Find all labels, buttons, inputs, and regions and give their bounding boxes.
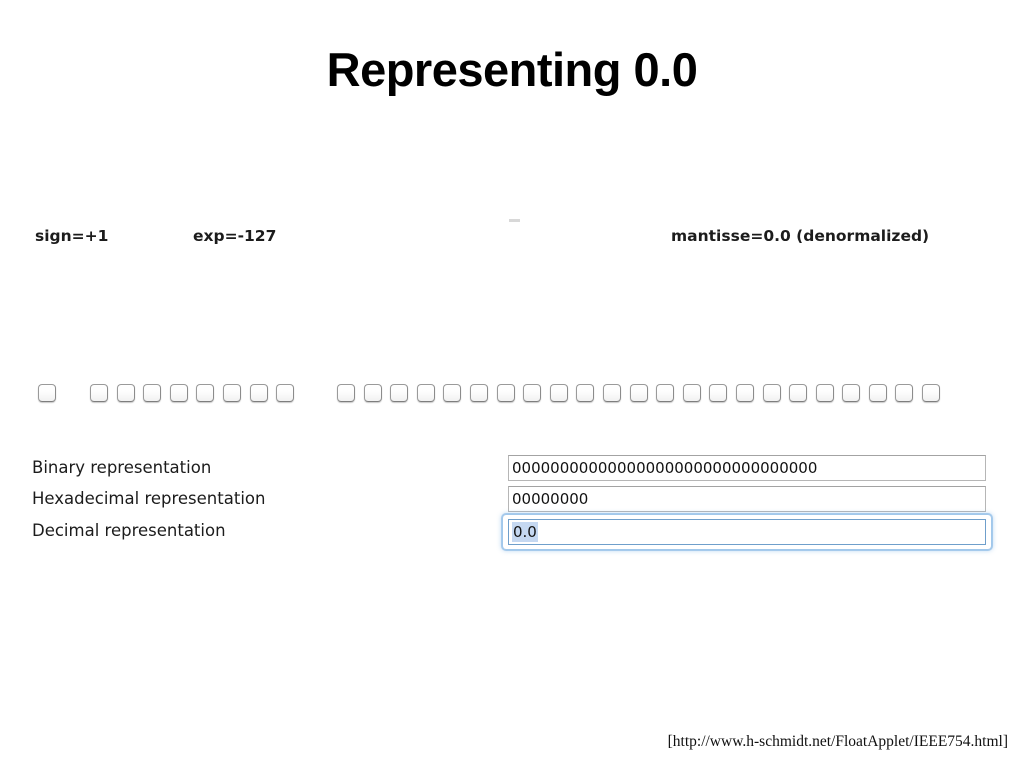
bit-cell [762, 384, 790, 406]
bit-checkbox[interactable] [143, 384, 162, 402]
bit-cell [922, 384, 949, 406]
bit-cell [469, 384, 497, 406]
bit-cell [815, 384, 843, 406]
bit-checkbox[interactable] [469, 384, 488, 402]
bit-checkbox[interactable] [629, 384, 648, 402]
bit-cell [895, 384, 922, 406]
exponent-field-label: exp=-127 [193, 227, 277, 245]
bit-cell [789, 384, 816, 406]
bit-checkbox[interactable] [576, 384, 595, 402]
bit-cell [576, 384, 603, 406]
bit-cell [363, 384, 391, 406]
bit-checkbox[interactable] [337, 384, 355, 402]
bit-cell [496, 384, 524, 406]
decimal-representation-input[interactable]: 0.0 [508, 519, 986, 545]
bit-checkbox[interactable] [443, 384, 462, 402]
decimal-input-focus-ring: 0.0 [503, 515, 991, 549]
bit-cell [143, 384, 170, 406]
bit-cell [709, 384, 736, 406]
bit-checkbox[interactable] [868, 384, 887, 402]
bit-cell [390, 384, 417, 406]
bit-checkbox[interactable] [90, 384, 108, 402]
hexadecimal-representation-label: Hexadecimal representation [32, 489, 266, 508]
bit-checkbox[interactable] [496, 384, 515, 402]
bit-cell [682, 384, 710, 406]
bit-checkbox[interactable] [116, 384, 135, 402]
bit-cell [38, 384, 65, 406]
bit-cell [249, 384, 277, 406]
bit-checkbox[interactable] [222, 384, 241, 402]
bit-checkbox[interactable] [842, 384, 861, 402]
bit-cell [90, 384, 117, 406]
source-url-note: [http://www.h-schmidt.net/FloatApplet/IE… [667, 733, 1008, 750]
sign-field-label: sign=+1 [35, 227, 109, 245]
stray-dash-artifact [509, 219, 520, 222]
exponent-bit-group [90, 384, 303, 406]
bit-checkbox[interactable] [789, 384, 808, 402]
bit-checkbox[interactable] [922, 384, 941, 402]
bit-checkbox[interactable] [895, 384, 914, 402]
bit-checkbox[interactable] [523, 384, 542, 402]
bit-cell [629, 384, 657, 406]
bit-cell [523, 384, 550, 406]
bit-checkbox[interactable] [762, 384, 781, 402]
binary-representation-label: Binary representation [32, 458, 212, 477]
binary-representation-input[interactable]: 00000000000000000000000000000000 [508, 455, 986, 481]
bit-checkbox[interactable] [602, 384, 621, 402]
bit-cell [656, 384, 683, 406]
bit-checkbox[interactable] [38, 384, 56, 402]
bit-cell [116, 384, 144, 406]
bit-cell [416, 384, 444, 406]
bit-cell [169, 384, 197, 406]
bit-cell [735, 384, 763, 406]
bit-checkbox[interactable] [656, 384, 675, 402]
hexadecimal-representation-input[interactable]: 00000000 [508, 486, 986, 512]
bit-cell [276, 384, 303, 406]
bit-checkbox[interactable] [249, 384, 268, 402]
bit-checkbox[interactable] [390, 384, 409, 402]
bit-cell [196, 384, 223, 406]
bit-cell [602, 384, 630, 406]
bit-cell [443, 384, 470, 406]
sign-bit-group [38, 384, 65, 406]
bit-checkbox[interactable] [735, 384, 754, 402]
bit-checkbox[interactable] [363, 384, 382, 402]
bit-cell [549, 384, 577, 406]
bit-checkbox[interactable] [169, 384, 188, 402]
bit-cell [222, 384, 250, 406]
bit-checkbox[interactable] [709, 384, 728, 402]
ieee754-float-applet: Representing 0.0 sign=+1 exp=-127 mantis… [0, 0, 1024, 768]
bit-checkbox[interactable] [682, 384, 701, 402]
bit-checkbox[interactable] [416, 384, 435, 402]
page-title: Representing 0.0 [326, 43, 698, 96]
mantissa-bit-group [337, 384, 949, 406]
bit-checkbox[interactable] [549, 384, 568, 402]
mantissa-field-label: mantisse=0.0 (denormalized) [671, 227, 930, 245]
bit-cell [337, 384, 364, 406]
decimal-value-selected-text: 0.0 [512, 522, 538, 542]
bit-cell [842, 384, 869, 406]
bit-checkbox-row [0, 384, 1024, 406]
decimal-representation-label: Decimal representation [32, 521, 226, 540]
bit-checkbox[interactable] [196, 384, 215, 402]
bit-checkbox[interactable] [815, 384, 834, 402]
bit-cell [868, 384, 896, 406]
bit-checkbox[interactable] [276, 384, 295, 402]
